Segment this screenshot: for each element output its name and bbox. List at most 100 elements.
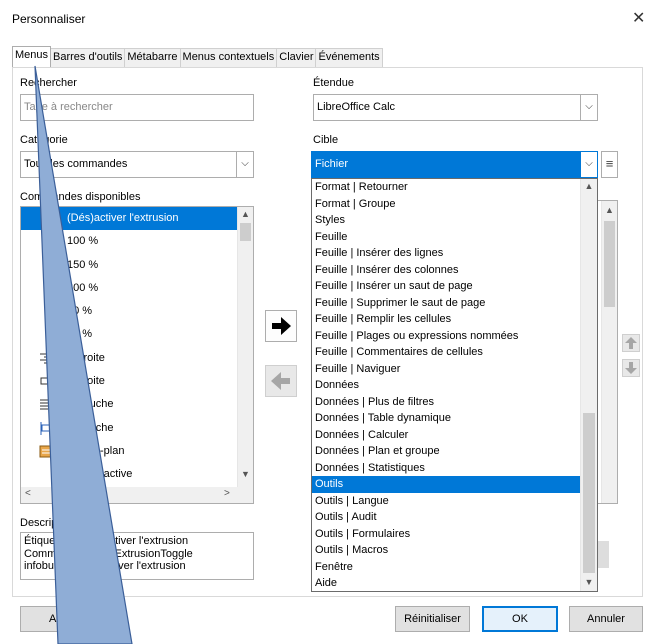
dropdown-item[interactable]: Feuille | Plages ou expressions nommées xyxy=(312,328,580,345)
menu-options-icon[interactable]: ≡ xyxy=(601,151,618,178)
help-button[interactable]: Aide xyxy=(20,606,100,632)
dropdown-item[interactable]: Fenêtre xyxy=(312,559,580,576)
object-align-right-icon xyxy=(40,375,52,389)
scroll-left-icon[interactable]: < xyxy=(25,488,31,499)
list-item[interactable]: 50 % xyxy=(21,300,237,323)
dropdown-scrollbar[interactable]: ▲ ▼ xyxy=(580,179,597,591)
dropdown-item[interactable]: Feuille | Supprimer le saut de page xyxy=(312,295,580,312)
scroll-down-icon[interactable]: ▼ xyxy=(581,577,597,587)
arrow-up-icon xyxy=(625,337,637,349)
dropdown-item[interactable]: Données | Statistiques xyxy=(312,460,580,477)
arrow-left-icon xyxy=(271,372,290,390)
dropdown-item[interactable]: Format | Retourner xyxy=(312,179,580,196)
dropdown-item[interactable]: Feuille | Naviguer xyxy=(312,361,580,378)
target-label: Cible xyxy=(313,134,339,146)
target-value: Fichier xyxy=(315,158,349,170)
list-item[interactable]: À gauche xyxy=(21,417,237,440)
arrow-down-icon xyxy=(625,362,637,374)
dropdown-item[interactable]: Outils | Formulaires xyxy=(312,526,580,543)
tab-notebookbar[interactable]: Métabarre xyxy=(124,48,181,67)
list-item[interactable]: À droite xyxy=(21,347,237,370)
list-item[interactable]: 100 % xyxy=(21,230,237,253)
scroll-up-icon[interactable]: ▲ xyxy=(581,181,597,191)
list-item[interactable]: 75 % xyxy=(21,323,237,346)
scroll-thumb[interactable] xyxy=(240,223,251,241)
remove-command-button[interactable] xyxy=(265,365,297,397)
scroll-thumb[interactable] xyxy=(604,221,615,307)
list-item[interactable]: À droite xyxy=(21,370,237,393)
search-label: Rechercher xyxy=(20,77,77,89)
dropdown-item[interactable]: Données | Plan et groupe xyxy=(312,443,580,460)
dropdown-item[interactable]: Styles xyxy=(312,212,580,229)
description-label: Description xyxy=(20,517,76,529)
commands-label: Commandes disponibles xyxy=(20,191,141,203)
window-title: Personnaliser xyxy=(12,12,86,26)
scope-label: Étendue xyxy=(313,77,354,89)
dropdown-item[interactable]: Outils xyxy=(312,476,580,493)
content-scrollbar[interactable]: ▲ xyxy=(601,201,617,503)
tab-toolbars[interactable]: Barres d'outils xyxy=(50,48,126,67)
dropdown-item[interactable]: Outils | Audit xyxy=(312,509,580,526)
target-dropdown[interactable]: Format | Retourner Format | Groupe Style… xyxy=(311,178,598,592)
align-left-icon xyxy=(40,399,52,410)
reset-button[interactable]: Réinitialiser xyxy=(395,606,470,632)
dropdown-item[interactable]: Feuille xyxy=(312,229,580,246)
chevron-down-icon[interactable]: ⌵ xyxy=(580,152,597,177)
scope-select[interactable]: LibreOffice Calc ⌵ xyxy=(313,94,598,121)
list-item[interactable]: 150 % xyxy=(21,254,237,277)
scroll-right-icon[interactable]: > xyxy=(224,488,230,499)
close-icon[interactable]: ✕ xyxy=(632,8,645,28)
dropdown-item[interactable]: Feuille | Commentaires de cellules xyxy=(312,344,580,361)
dropdown-item[interactable]: Outils | Macros xyxy=(312,542,580,559)
background-icon xyxy=(39,445,53,458)
dropdown-item[interactable]: Outils | Langue xyxy=(312,493,580,510)
scroll-thumb[interactable] xyxy=(583,413,595,573)
dropdown-item[interactable]: Données | Table dynamique xyxy=(312,410,580,427)
tab-keyboard[interactable]: Clavier xyxy=(276,48,317,67)
search-placeholder: Tape à rechercher xyxy=(24,101,113,113)
scroll-down-icon[interactable]: ▼ xyxy=(238,469,253,479)
scroll-up-icon[interactable]: ▲ xyxy=(238,209,253,219)
move-down-button[interactable] xyxy=(622,359,640,377)
commands-hscrollbar[interactable]: < > xyxy=(21,487,253,503)
dropdown-item[interactable]: Aide xyxy=(312,575,580,592)
dropdown-item[interactable]: Feuille | Insérer un saut de page xyxy=(312,278,580,295)
dropdown-item[interactable]: Feuille | Insérer des lignes xyxy=(312,245,580,262)
category-value: Tous les commandes xyxy=(24,158,128,170)
scroll-up-icon[interactable]: ▲ xyxy=(602,205,617,215)
title-bar: Personnaliser ✕ xyxy=(0,0,658,38)
dropdown-item[interactable]: Feuille | Insérer des colonnes xyxy=(312,262,580,279)
partially-hidden-button xyxy=(597,541,609,568)
object-align-left-icon xyxy=(40,421,52,435)
align-right-icon xyxy=(40,353,52,364)
move-up-button[interactable] xyxy=(622,334,640,352)
dropdown-item[interactable]: Format | Groupe xyxy=(312,196,580,213)
list-item[interactable]: Cellule active xyxy=(21,463,237,486)
arrow-right-icon xyxy=(272,317,291,335)
tab-events[interactable]: Événements xyxy=(315,48,383,67)
list-item[interactable]: À gauche xyxy=(21,393,237,416)
list-item[interactable]: 200 % xyxy=(21,277,237,300)
list-item[interactable]: Arrière-plan xyxy=(21,440,237,463)
tab-menus[interactable]: Menus xyxy=(12,46,52,67)
tab-strip: Menus Barres d'outils Métabarre Menus co… xyxy=(12,46,383,67)
chevron-down-icon[interactable]: ⌵ xyxy=(236,152,253,177)
search-input[interactable]: Tape à rechercher xyxy=(20,94,254,121)
ok-button[interactable]: OK xyxy=(482,606,558,632)
description-box: Étiquette : (Dés)activer l'extrusion Com… xyxy=(20,532,254,580)
dropdown-item[interactable]: Données | Plus de filtres xyxy=(312,394,580,411)
scope-value: LibreOffice Calc xyxy=(317,101,396,113)
dropdown-item[interactable]: Feuille | Remplir les cellules xyxy=(312,311,580,328)
commands-scrollbar[interactable]: ▲ ▼ xyxy=(237,207,253,487)
chevron-down-icon[interactable]: ⌵ xyxy=(580,95,597,120)
dropdown-item[interactable]: Données | Calculer xyxy=(312,427,580,444)
add-command-button[interactable] xyxy=(265,310,297,342)
category-label: Catégorie xyxy=(20,134,68,146)
commands-list[interactable]: (Dés)activer l'extrusion 100 % 150 % 200… xyxy=(20,206,254,504)
cancel-button[interactable]: Annuler xyxy=(569,606,643,632)
category-select[interactable]: Tous les commandes ⌵ xyxy=(20,151,254,178)
dropdown-item[interactable]: Données xyxy=(312,377,580,394)
list-item[interactable]: (Dés)activer l'extrusion xyxy=(21,207,237,231)
tab-context-menus[interactable]: Menus contextuels xyxy=(179,48,278,67)
target-select[interactable]: Fichier ⌵ xyxy=(311,151,598,178)
